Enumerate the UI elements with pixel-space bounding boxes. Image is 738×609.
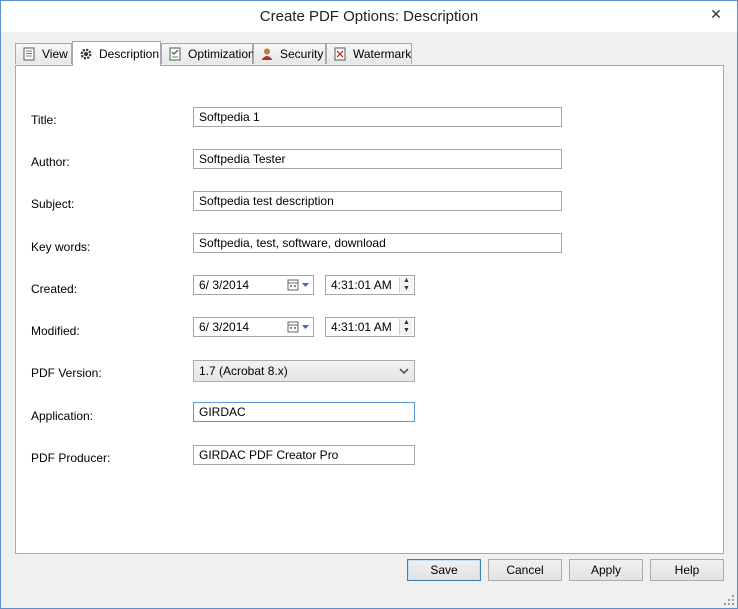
help-button[interactable]: Help — [650, 559, 724, 581]
spin-down-icon[interactable]: ▼ — [400, 285, 413, 293]
producer-label: PDF Producer: — [31, 451, 111, 465]
application-field[interactable]: GIRDAC — [193, 402, 415, 422]
modified-label: Modified: — [31, 324, 80, 338]
window-title: Create PDF Options: Description — [259, 8, 479, 25]
calendar-dropdown-button[interactable] — [286, 277, 312, 293]
created-time-value: 4:31:01 AM — [331, 278, 392, 292]
cancel-button[interactable]: Cancel — [488, 559, 562, 581]
author-field[interactable]: Softpedia Tester — [193, 149, 562, 169]
keywords-label: Key words: — [31, 240, 91, 254]
calendar-icon — [287, 279, 309, 291]
spin-up-icon[interactable]: ▲ — [400, 277, 413, 285]
created-label: Created: — [31, 282, 78, 296]
modified-time-spinner[interactable]: ▲ ▼ — [399, 319, 413, 335]
producer-field[interactable]: GIRDAC PDF Creator Pro — [193, 445, 415, 465]
document-icon — [22, 47, 36, 61]
tab-watermark-label: Watermark — [353, 47, 412, 61]
tab-view-label: View — [42, 47, 68, 61]
pdf-version-value: 1.7 (Acrobat 8.x) — [199, 364, 288, 378]
keywords-field[interactable]: Softpedia, test, software, download — [193, 233, 562, 253]
title-bar: Create PDF Options: Description ✕ — [1, 1, 737, 32]
modified-date-value: 6/ 3/2014 — [199, 320, 250, 334]
title-label: Title: — [31, 113, 57, 127]
created-date-value: 6/ 3/2014 — [199, 278, 250, 292]
pdf-version-label: PDF Version: — [31, 366, 102, 380]
save-button[interactable]: Save — [407, 559, 481, 581]
subject-label: Subject: — [31, 197, 75, 211]
subject-field[interactable]: Softpedia test description — [193, 191, 562, 211]
chevron-down-icon — [399, 361, 409, 389]
tab-view[interactable]: View — [15, 43, 72, 64]
modified-time-value: 4:31:01 AM — [331, 320, 392, 334]
checklist-icon — [168, 47, 182, 61]
dialog-body: View Description Optimization Security W… — [1, 32, 737, 608]
created-date-picker[interactable]: 6/ 3/2014 — [193, 275, 314, 295]
created-time-picker[interactable]: 4:31:01 AM ▲ ▼ — [325, 275, 415, 295]
pdf-version-select[interactable]: 1.7 (Acrobat 8.x) — [193, 360, 415, 382]
tab-security-label: Security — [280, 47, 324, 61]
spin-down-icon[interactable]: ▼ — [400, 327, 413, 335]
modified-time-picker[interactable]: 4:31:01 AM ▲ ▼ — [325, 317, 415, 337]
tab-watermark[interactable]: Watermark — [326, 43, 412, 64]
modified-date-picker[interactable]: 6/ 3/2014 — [193, 317, 314, 337]
tab-description-label: Description — [99, 47, 160, 61]
tab-description[interactable]: Description — [72, 41, 161, 66]
tab-optimization-label: Optimization — [188, 47, 255, 61]
dialog-window: Create PDF Options: Description ✕ View D… — [0, 0, 738, 609]
calendar-dropdown-button[interactable] — [286, 319, 312, 335]
spin-up-icon[interactable]: ▲ — [400, 319, 413, 327]
author-label: Author: — [31, 155, 70, 169]
tab-optimization[interactable]: Optimization — [161, 43, 255, 64]
title-field[interactable]: Softpedia 1 — [193, 107, 562, 127]
application-label: Application: — [31, 409, 94, 423]
created-time-spinner[interactable]: ▲ ▼ — [399, 277, 413, 293]
resize-grip-icon[interactable] — [723, 594, 735, 606]
tab-security[interactable]: Security — [253, 43, 326, 64]
user-lock-icon — [260, 47, 274, 61]
watermark-icon — [333, 47, 347, 61]
calendar-icon — [287, 321, 309, 333]
description-panel: Title: Softpedia 1 Author: Softpedia Tes… — [15, 65, 724, 554]
close-button[interactable]: ✕ — [703, 3, 729, 25]
gear-icon — [79, 47, 93, 61]
apply-button[interactable]: Apply — [569, 559, 643, 581]
